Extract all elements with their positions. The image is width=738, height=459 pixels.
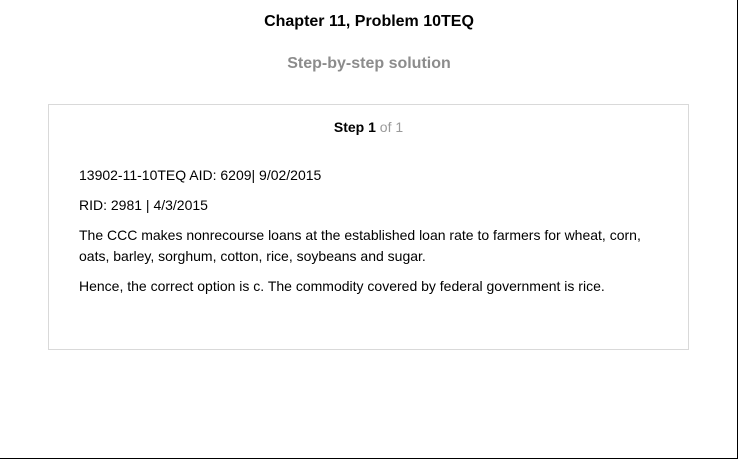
solution-paragraph: The CCC makes nonrecourse loans at the e… (79, 227, 641, 264)
step-of-total: of 1 (379, 119, 404, 135)
solution-paragraph: Hence, the correct option is c. The comm… (79, 278, 605, 294)
solution-paragraph: 13902-11-10TEQ AID: 6209| 9/02/2015 (79, 167, 322, 183)
step-body: 13902-11-10TEQ AID: 6209| 9/02/2015 RID:… (79, 165, 669, 306)
page-title: Chapter 11, Problem 10TEQ (264, 13, 474, 30)
solution-paragraph: RID: 2981 | 4/3/2015 (79, 197, 208, 213)
step-card: Step 1 of 1 13902-11-10TEQ AID: 6209| 9/… (48, 104, 689, 350)
page-subtitle: Step-by-step solution (287, 55, 451, 72)
step-number: 1 (368, 119, 376, 135)
step-header: Step 1 of 1 (49, 119, 688, 135)
step-label: Step (333, 119, 365, 135)
